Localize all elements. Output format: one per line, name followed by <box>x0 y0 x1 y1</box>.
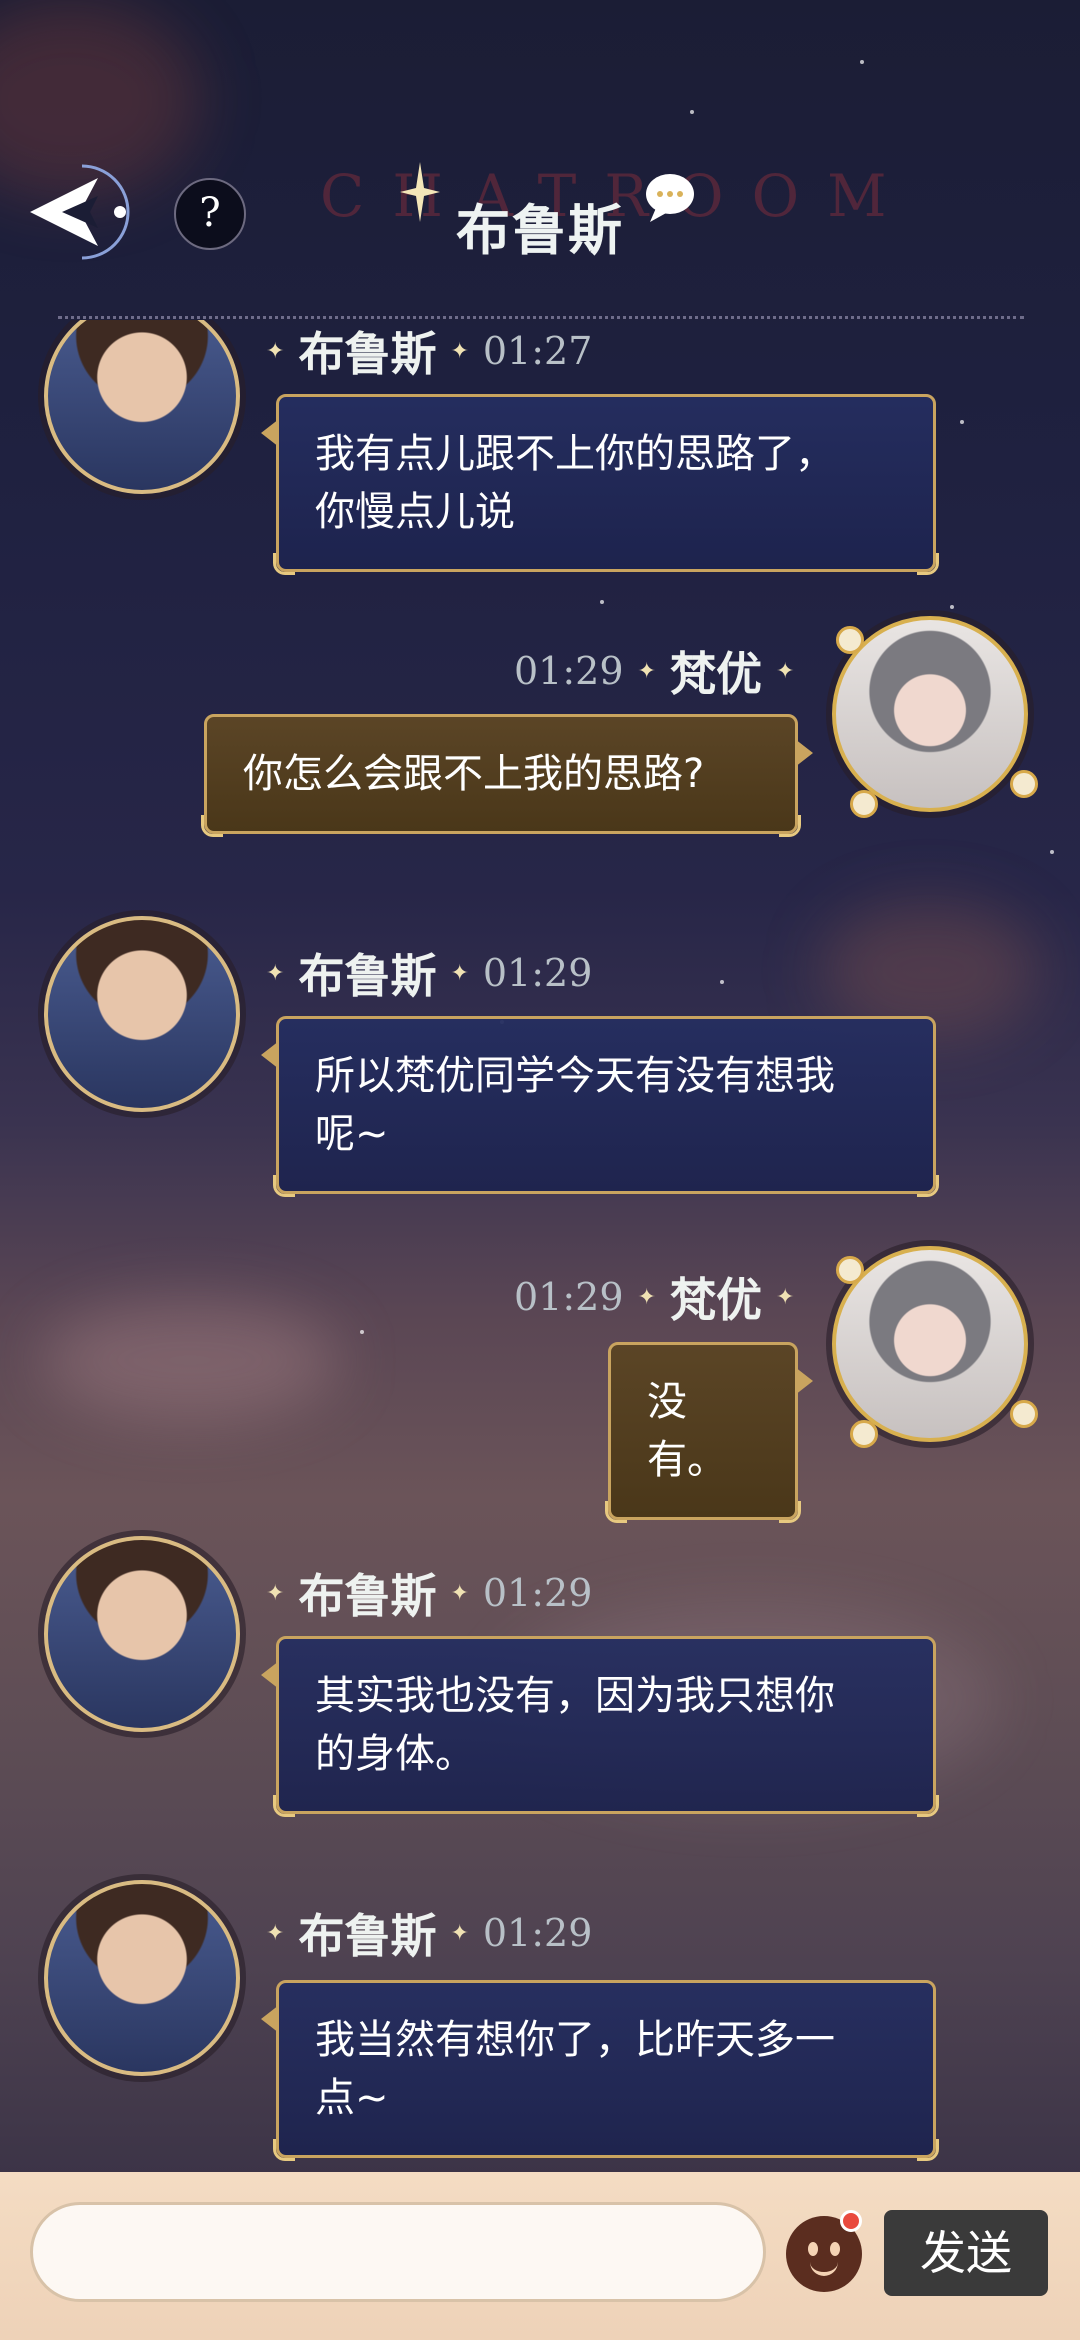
sender-name: 布鲁斯 <box>298 1569 437 1623</box>
star-icon: ✦ <box>450 960 469 986</box>
message-time: 01:29 <box>482 951 593 995</box>
message-composer: 发送 <box>0 2172 1080 2340</box>
message-text-line: 没有。 <box>647 1379 727 1483</box>
message-bubble[interactable]: 所以梵优同学今天有没有想我 呢~ <box>261 1016 939 1197</box>
avatar-bruce[interactable] <box>44 320 240 494</box>
star-icon: ✦ <box>266 960 285 986</box>
top-bar: ? CHATROOM 布鲁斯 <box>0 0 1080 320</box>
star-icon: ✦ <box>450 1920 469 1946</box>
message-meta: ✦ 布鲁斯 ✦ 01:29 <box>266 1558 592 1628</box>
chat-list[interactable]: ✦ 布鲁斯 ✦ 01:27 我有点儿跟不上你的思路了， 你慢点儿说 01:29 … <box>0 320 1080 2170</box>
message-time: 01:29 <box>514 649 624 693</box>
star-icon: ✦ <box>266 1580 285 1606</box>
message-text-line: 我当然有想你了，比昨天多一 <box>315 2017 835 2063</box>
star-icon: ✦ <box>775 1284 795 1310</box>
message-text-line: 点~ <box>315 2075 389 2121</box>
message-item: ✦ 布鲁斯 ✦ 01:27 我有点儿跟不上你的思路了， 你慢点儿说 <box>0 320 1080 580</box>
message-time: 01:29 <box>482 1571 593 1615</box>
message-item: 01:29 ✦ 梵优 ✦ 你怎么会跟不上我的思路? <box>0 616 1080 880</box>
avatar-bruce[interactable] <box>44 1536 240 1732</box>
avatar-bruce[interactable] <box>44 1880 240 2076</box>
message-time: 01:29 <box>514 1275 624 1319</box>
message-bubble[interactable]: 其实我也没有，因为我只想你 的身体。 <box>261 1636 939 1817</box>
message-meta: 01:29 ✦ 梵优 ✦ <box>514 636 794 706</box>
message-bubble[interactable]: 我有点儿跟不上你的思路了， 你慢点儿说 <box>261 394 939 575</box>
message-text-line: 所以梵优同学今天有没有想我 <box>315 1053 835 1099</box>
message-text-line: 我有点儿跟不上你的思路了， <box>315 431 835 477</box>
star-icon: ✦ <box>266 338 285 364</box>
message-item: ✦ 布鲁斯 ✦ 01:29 我当然有想你了，比昨天多一 点~ <box>0 1880 1080 2161</box>
avatar-bruce[interactable] <box>44 916 240 1112</box>
sender-name: 布鲁斯 <box>298 949 437 1003</box>
header-divider <box>58 316 1024 319</box>
message-text-line: 其实我也没有，因为我只想你 <box>315 1673 835 1719</box>
message-item: ✦ 布鲁斯 ✦ 01:29 所以梵优同学今天有没有想我 呢~ <box>0 916 1080 1197</box>
message-bubble[interactable]: 你怎么会跟不上我的思路? <box>201 714 813 837</box>
star-icon: ✦ <box>637 658 656 684</box>
star-icon: ✦ <box>775 658 795 684</box>
message-bubble[interactable]: 没有。 <box>605 1342 813 1523</box>
sender-name: 梵优 <box>669 647 762 701</box>
message-text-line: 你慢点儿说 <box>315 489 515 535</box>
message-text-line: 的身体。 <box>315 1731 475 1777</box>
message-text-line: 你怎么会跟不上我的思路? <box>243 751 705 797</box>
star-icon: ✦ <box>266 1920 285 1946</box>
sender-name: 布鲁斯 <box>298 1909 437 1963</box>
page-title: 布鲁斯 <box>456 199 624 262</box>
sender-name: 梵优 <box>669 1273 762 1327</box>
star-icon: ✦ <box>450 338 469 364</box>
message-time: 01:27 <box>482 329 593 373</box>
send-button[interactable]: 发送 <box>884 2210 1048 2296</box>
message-input[interactable] <box>30 2202 766 2302</box>
message-bubble[interactable]: 我当然有想你了，比昨天多一 点~ <box>261 1980 939 2161</box>
message-text-line: 呢~ <box>315 1111 389 1157</box>
notification-dot <box>840 2210 862 2232</box>
message-meta: 01:29 ✦ 梵优 ✦ <box>514 1262 794 1332</box>
message-time: 01:29 <box>482 1911 593 1955</box>
star-icon: ✦ <box>637 1284 656 1310</box>
chat-bubble-icon <box>646 174 694 222</box>
message-meta: ✦ 布鲁斯 ✦ 01:29 <box>266 1898 592 1968</box>
star-icon: ✦ <box>450 1580 469 1606</box>
sender-name: 布鲁斯 <box>298 327 437 381</box>
message-item: 01:29 ✦ 梵优 ✦ 没有。 <box>0 1246 1080 1523</box>
message-meta: ✦ 布鲁斯 ✦ 01:27 <box>266 320 592 386</box>
message-meta: ✦ 布鲁斯 ✦ 01:29 <box>266 938 592 1008</box>
message-item: ✦ 布鲁斯 ✦ 01:29 其实我也没有，因为我只想你 的身体。 <box>0 1536 1080 1817</box>
